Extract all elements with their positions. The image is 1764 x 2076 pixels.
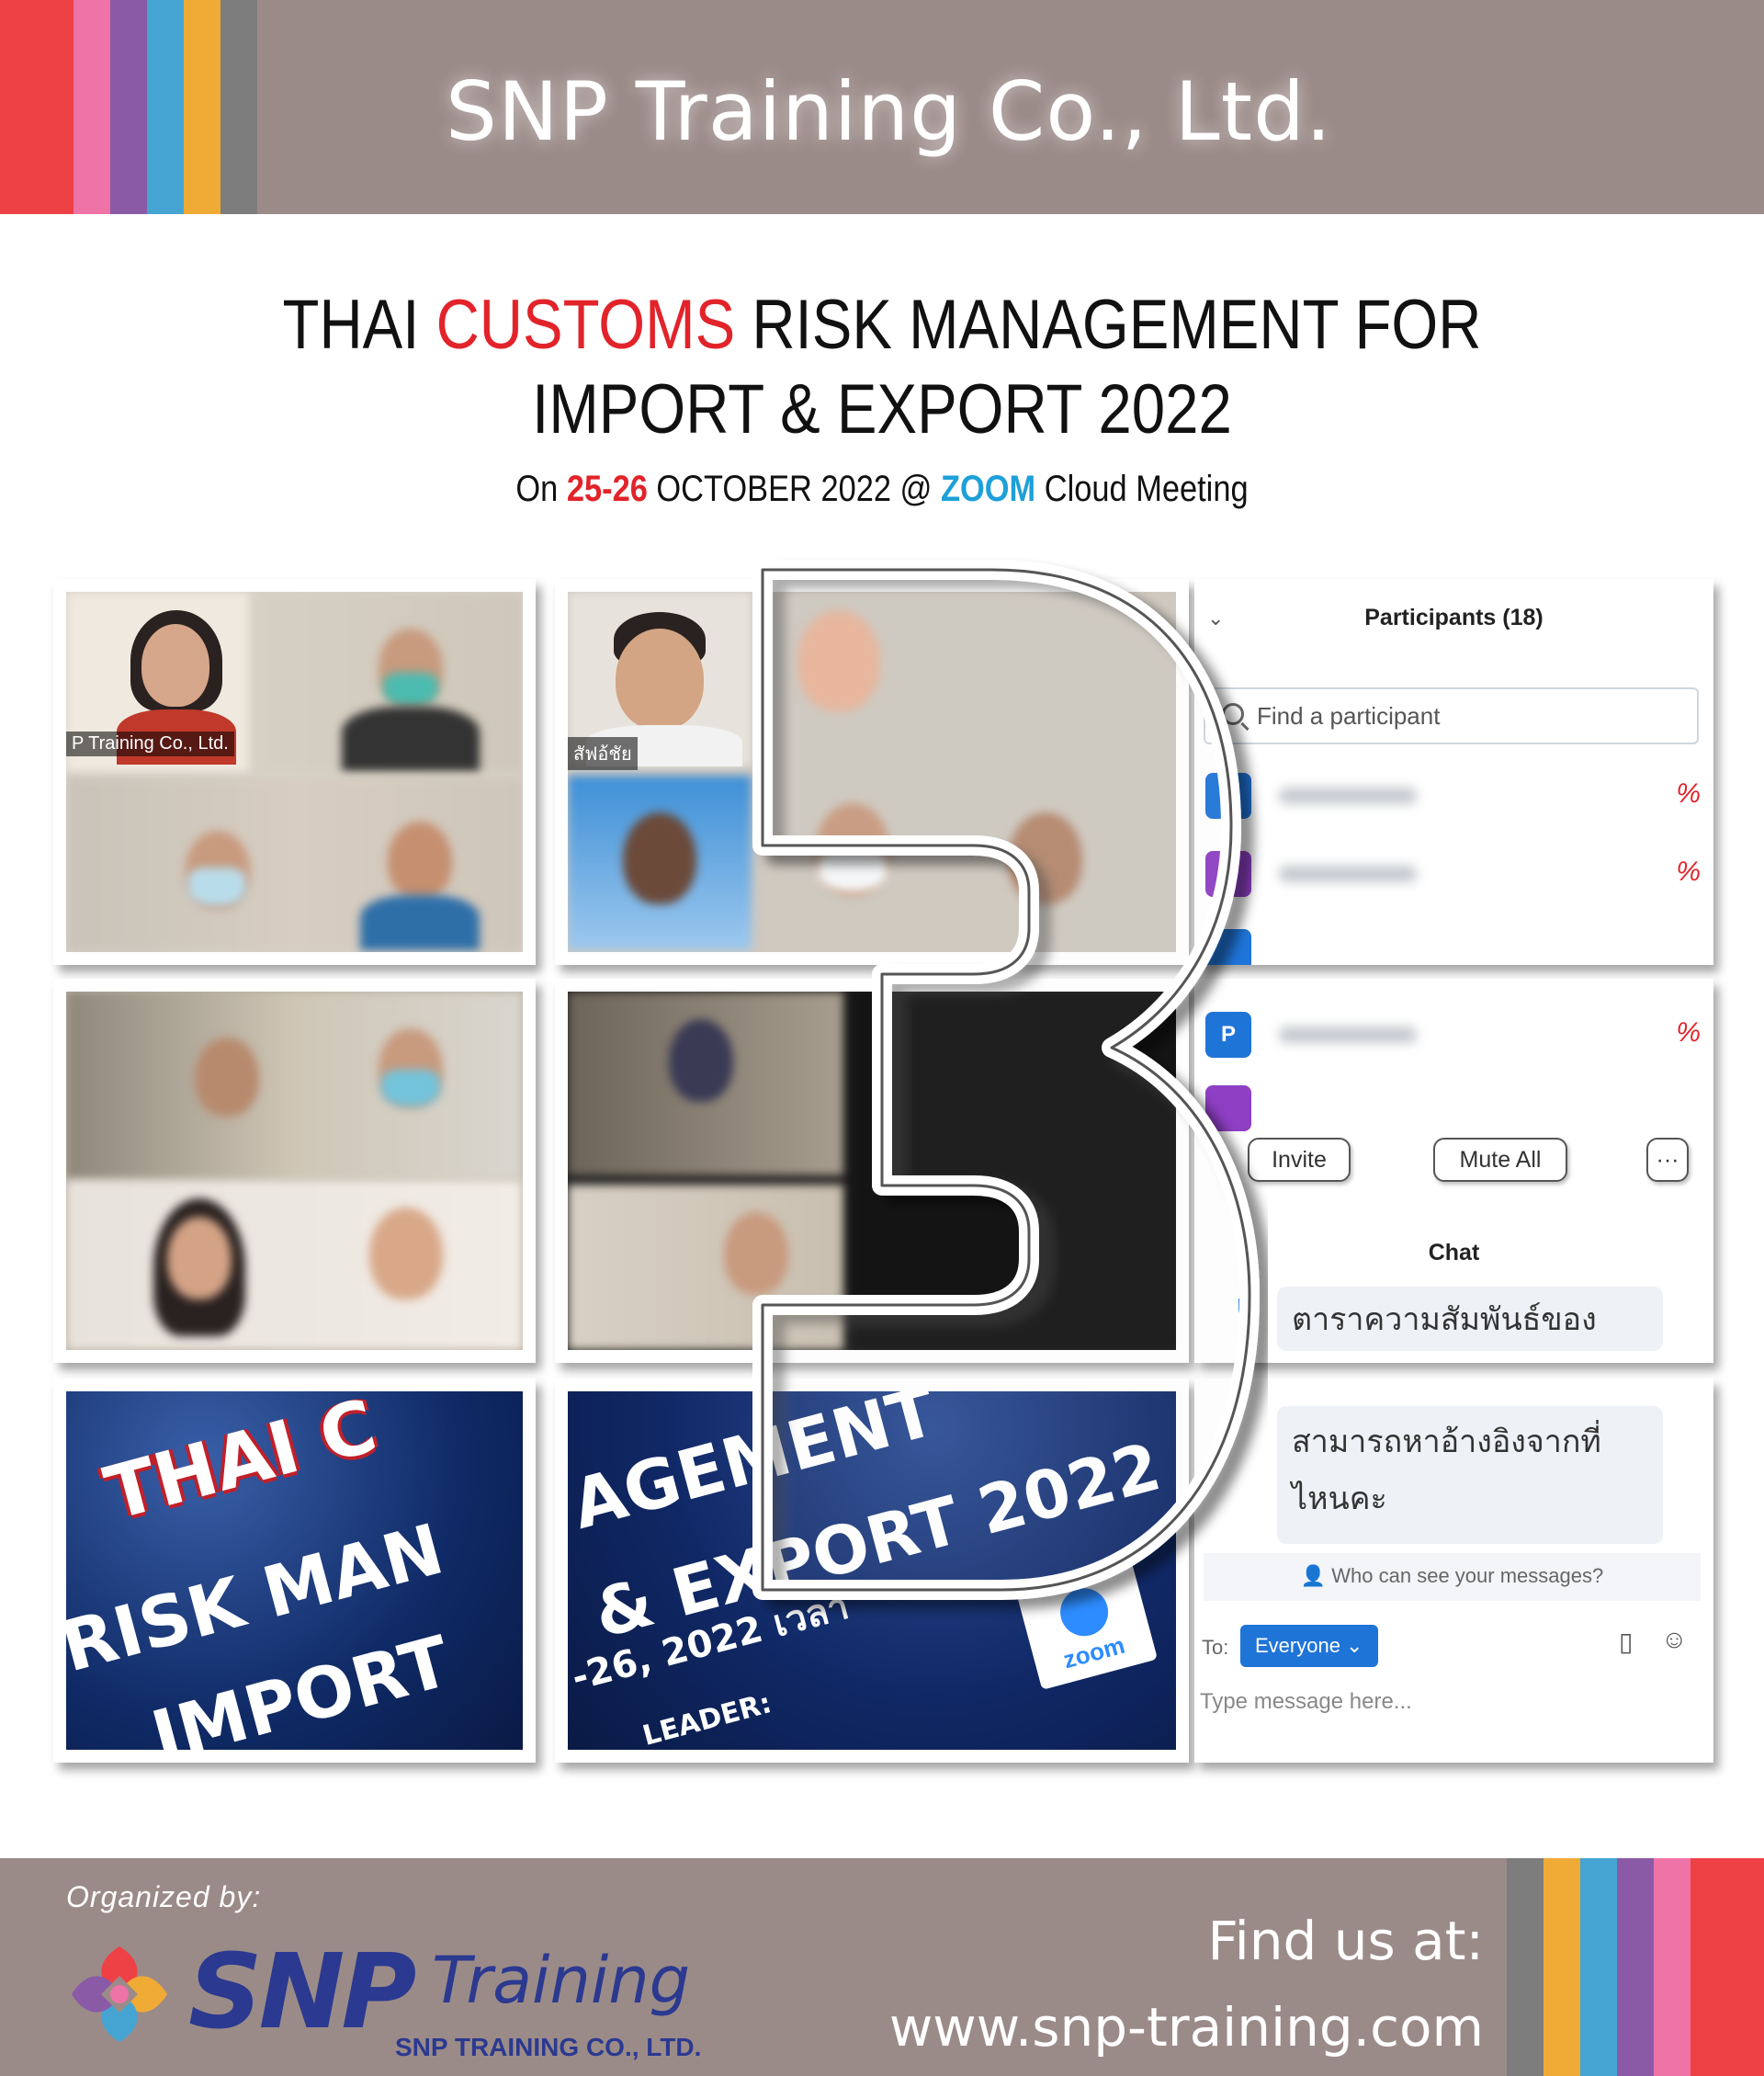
logo-snp-text: SNP [188, 1933, 416, 2052]
more-options-button[interactable]: ··· [1646, 1138, 1689, 1182]
participant-search-input[interactable]: Find a participant [1204, 687, 1699, 744]
date-prefix: On [515, 469, 567, 509]
logo-training-text: Training [432, 1943, 691, 2018]
chat-message: สามารถหาอ้างอิงจากที่ ไหนคะ [1277, 1406, 1663, 1544]
title-highlight: CUSTOMS [435, 286, 736, 364]
platform-suffix: Cloud Meeting [1035, 469, 1249, 509]
footer-banner: Organized by: SNP Training SNP TRAINING … [0, 1858, 1764, 2076]
title-text: RISK MANAGEMENT FOR [735, 286, 1482, 364]
recipient-dropdown[interactable]: Everyone ⌄ [1240, 1625, 1378, 1667]
find-us-label: Find us at: [1207, 1910, 1484, 1972]
avatar: P [1205, 1012, 1251, 1058]
header-banner: SNP Training Co., Ltd. [0, 0, 1764, 214]
participant-name-blurred [1279, 1027, 1417, 1043]
avatar [1205, 1085, 1251, 1131]
participant-row[interactable]: J % [1205, 767, 1713, 822]
search-icon [1222, 703, 1244, 725]
banner-text: THAI C [96, 1391, 385, 1537]
to-label: To: [1202, 1636, 1229, 1659]
event-title-line1: THAI CUSTOMS RISK MANAGEMENT FOR [123, 283, 1640, 368]
chat-panel: สามารถหาอ้างอิงจากที่ ไหนคะ 👤 Who can se… [1194, 1378, 1713, 1763]
avatar [1205, 929, 1251, 965]
stripe [184, 0, 220, 214]
participant-name-blurred [1279, 788, 1417, 804]
participant-row[interactable]: M % [1205, 845, 1713, 901]
logo-company-text: SNP TRAINING CO., LTD. [395, 2033, 702, 2061]
avatar: M [1205, 851, 1251, 897]
participants-title: Participants (18) [1364, 605, 1544, 630]
organized-by-label: Organized by: [66, 1880, 262, 1913]
zoom-logo-icon [1055, 1583, 1114, 1642]
stripe [1580, 1858, 1617, 2076]
participant-row[interactable]: P % [1205, 1006, 1713, 1061]
event-title: THAI CUSTOMS RISK MANAGEMENT FOR IMPORT … [123, 283, 1640, 452]
mic-muted-icon[interactable]: % [1676, 1017, 1701, 1049]
meeting-photo-3 [53, 979, 536, 1363]
stripe [110, 0, 147, 214]
color-stripes [1507, 1858, 1764, 2076]
people-icon: 👤 [1300, 1564, 1327, 1587]
zoom-badge: zoom [1015, 1561, 1159, 1690]
participant-name-tag: สัฟอ้ชัย [568, 737, 638, 770]
stripe [1654, 1858, 1690, 2076]
participants-panel: ⌄ Participants (18) Find a participant J… [1194, 579, 1713, 965]
participant-row[interactable] [1205, 1080, 1713, 1135]
company-name: SNP Training Co., Ltd. [446, 64, 1332, 159]
message-visibility-info[interactable]: 👤 Who can see your messages? [1204, 1553, 1701, 1601]
avatar: J [1205, 773, 1251, 819]
file-icon[interactable]: ▯ [1619, 1627, 1633, 1657]
date-rest: OCTOBER 2022 @ [647, 469, 942, 509]
stripe [1544, 1858, 1580, 2076]
participant-name-tag: P Training Co., Ltd. [66, 732, 234, 756]
chat-title: Chat [1428, 1240, 1480, 1265]
snp-logo-icon [72, 1946, 167, 2042]
chat-message-input[interactable]: Type message here... [1200, 1689, 1412, 1715]
color-stripes [0, 0, 257, 214]
event-date: On 25-26 OCTOBER 2022 @ ZOOM Cloud Meeti… [123, 469, 1640, 510]
stripe [1507, 1858, 1544, 2076]
website-link[interactable]: www.snp-training.com [889, 1996, 1484, 2059]
meeting-photo-4 [555, 979, 1189, 1363]
emoji-icon[interactable]: ☺ [1661, 1625, 1688, 1654]
mic-muted-icon[interactable]: % [1676, 856, 1701, 888]
meeting-photo-2: สัฟอ้ชัย [555, 579, 1189, 965]
banner-text: LEADER: [639, 1687, 775, 1750]
event-title-line2: IMPORT & EXPORT 2022 [532, 370, 1232, 448]
logo-petal [72, 1976, 112, 2013]
stripe [1617, 1858, 1654, 2076]
date-days: 25-26 [566, 469, 648, 509]
stripe [147, 0, 184, 214]
chat-message: ตาราความสัมพันธ์ของ [1277, 1287, 1663, 1351]
meeting-photo-1: P Training Co., Ltd. [53, 579, 536, 965]
stripe [74, 0, 110, 214]
logo-center [110, 1985, 129, 2003]
mute-all-button[interactable]: Mute All [1433, 1138, 1567, 1182]
mic-muted-icon[interactable]: % [1676, 778, 1701, 810]
stripe [220, 0, 257, 214]
platform-name: ZOOM [941, 469, 1036, 509]
chat-avatar [1238, 1299, 1259, 1319]
invite-button[interactable]: Invite [1248, 1138, 1351, 1182]
stripe [0, 0, 74, 214]
search-placeholder: Find a participant [1257, 702, 1441, 730]
participants-chat-panel: P % Invite Mute All ··· Chat ตาราความสัม… [1194, 979, 1713, 1363]
stripe [1690, 1858, 1764, 2076]
event-banner-photo-2: AGEMENT & EXPORT 2022 -26, 2022 เวลา LEA… [555, 1378, 1189, 1763]
who-can-see-text: Who can see your messages? [1331, 1564, 1604, 1587]
event-banner-photo-1: THAI C RISK MAN IMPORT [53, 1378, 536, 1763]
participant-name-blurred [1279, 866, 1417, 882]
participant-row[interactable] [1205, 924, 1713, 965]
title-text: THAI [282, 286, 436, 364]
